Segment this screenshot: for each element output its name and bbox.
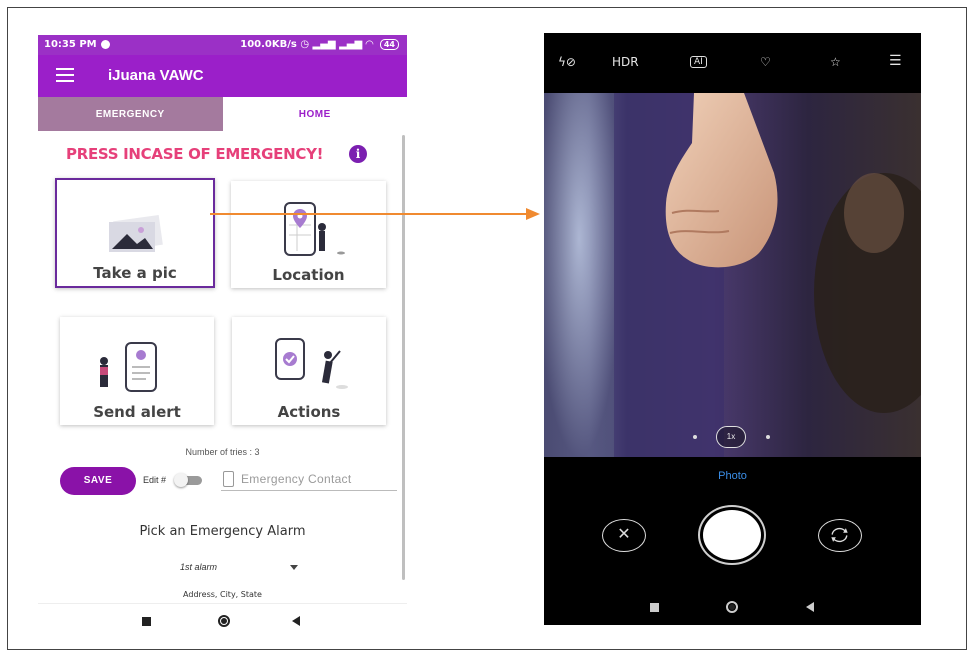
tab-bar: EMERGENCY HOME [38,97,407,131]
home-icon[interactable] [218,615,230,627]
chevron-down-icon [290,565,298,570]
tries-count: Number of tries : 3 [185,447,260,457]
scrollbar[interactable] [402,135,405,580]
location-label: Location [272,266,345,284]
cancel-button[interactable]: ✕ [602,519,646,552]
take-pic-card[interactable]: Take a pic [55,178,215,288]
system-nav-bar [38,603,407,637]
edit-number-label: Edit # [143,475,167,485]
location-card[interactable]: Location [231,181,386,288]
actions-card[interactable]: Actions [232,317,386,425]
send-alert-card[interactable]: Send alert [60,317,214,425]
app-bar: iJuana VAWC [38,55,407,97]
emergency-contact-field [221,469,397,491]
save-button[interactable]: SAVE [60,467,136,495]
send-alert-label: Send alert [93,403,181,421]
filter-icon[interactable]: ☆ [830,55,841,69]
wifi-icon: ◠ [365,39,374,50]
app-screen: 10:35 PM 100.0KB/s ◷ ▂▄▆ ▂▄▆ ◠ 44 iJuana… [38,35,407,637]
tab-emergency[interactable]: EMERGENCY [38,97,223,131]
status-time: 10:35 PM [44,39,97,50]
phone-icon [223,471,234,487]
app-title: iJuana VAWC [108,67,204,84]
back-icon[interactable] [292,616,300,626]
flash-off-icon[interactable]: ϟ⊘ [558,55,576,69]
phone-alert-illustration-icon [100,342,157,392]
recents-icon[interactable] [650,603,659,612]
camera-screen: ϟ⊘ HDR AI ♡ ☆ ☰ 1x Photo ✕ [544,33,921,625]
status-bar: 10:35 PM 100.0KB/s ◷ ▂▄▆ ▂▄▆ ◠ 44 [38,35,407,55]
camera-viewfinder[interactable] [544,93,921,457]
back-icon[interactable] [806,602,814,612]
phone-check-illustration-icon [275,338,348,389]
alarm-title: Pick an Emergency Alarm [139,524,306,539]
zoom-row: 1x [544,425,921,449]
actions-label: Actions [277,403,341,421]
alarm-selected-value: 1st alarm [180,562,218,572]
camera-system-nav-bar [544,591,921,625]
menu-icon[interactable] [56,68,74,82]
camera-toolbar: ϟ⊘ HDR AI ♡ ☆ ☰ [544,33,921,93]
take-pic-label: Take a pic [93,264,177,282]
edit-number-toggle[interactable] [174,473,204,487]
address-text: Address, City, State [183,590,262,599]
network-speed: 100.0KB/s [240,39,297,50]
hdr-icon[interactable]: HDR [612,55,639,69]
info-icon[interactable]: i [349,145,367,163]
shutter-button[interactable] [698,505,766,565]
flow-arrow [210,208,540,220]
signal-icon: ▂▄▆ [312,39,336,50]
toggle-thumb [174,473,188,487]
home-icon[interactable] [726,601,738,613]
tab-home[interactable]: HOME [222,97,407,131]
settings-menu-icon[interactable]: ☰ [889,53,902,69]
emergency-headline: PRESS INCASE OF EMERGENCY! [66,145,324,163]
notification-icon [101,40,110,49]
alarm-dropdown[interactable]: 1st alarm [166,560,306,576]
map-location-illustration-icon [284,202,345,256]
photo-illustration-icon [109,214,163,252]
alarm-clock-icon: ◷ [300,39,310,50]
switch-camera-button[interactable] [818,519,862,552]
zoom-button[interactable]: 1x [716,426,746,448]
zoom-dot-right[interactable] [766,435,770,439]
battery-icon: 44 [379,39,399,50]
beauty-icon[interactable]: ♡ [760,55,771,69]
ai-icon[interactable]: AI [690,56,707,68]
status-right: 100.0KB/s ◷ ▂▄▆ ▂▄▆ ◠ 44 [240,39,399,50]
switch-camera-icon [831,527,848,543]
emergency-contact-input[interactable] [241,470,391,488]
signal-icon-2: ▂▄▆ [339,39,363,50]
photo-mode-label[interactable]: Photo [544,470,921,482]
zoom-dot-left[interactable] [693,435,697,439]
recents-icon[interactable] [142,617,151,626]
